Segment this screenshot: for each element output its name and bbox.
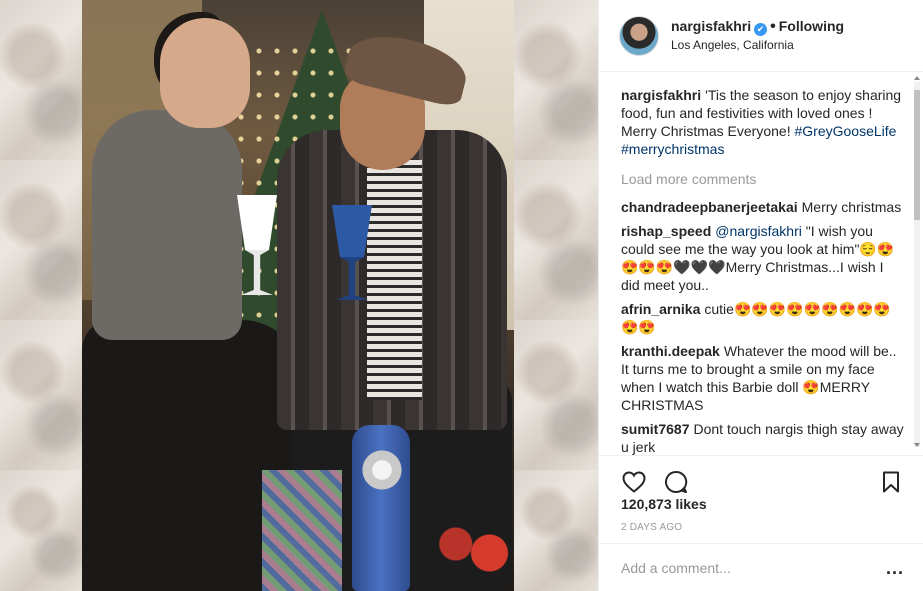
mention-link[interactable]: @nargisfakhri: [715, 223, 802, 239]
background-tile: [0, 0, 82, 160]
comment-username[interactable]: afrin_arnika: [621, 301, 700, 317]
following-button[interactable]: Following: [779, 18, 844, 34]
post-side-panel: nargisfakhri ✔ • Following Los Angeles, Cal…: [598, 0, 923, 591]
background-tile: [514, 470, 598, 591]
comment-username[interactable]: chandradeepbanerjeetakai: [621, 199, 798, 215]
comment-item: chandradeepbanerjeetakai Merry christmas: [621, 198, 904, 216]
caption: nargisfakhri 'Tis the season to enjoy sha…: [621, 86, 904, 158]
post-age[interactable]: 2 DAYS AGO: [621, 522, 682, 533]
comments-list[interactable]: nargisfakhri 'Tis the season to enjoy sha…: [599, 72, 923, 455]
gift-wrap: [262, 470, 342, 591]
hashtag-link[interactable]: #GreyGooseLife: [794, 123, 896, 139]
background-tile: [0, 160, 82, 320]
man-shirt-striped: [367, 160, 422, 400]
comment-input[interactable]: [621, 559, 886, 576]
background-tile: [514, 0, 598, 160]
comments-scrollbar[interactable]: [914, 82, 920, 447]
background-tile: [0, 470, 82, 591]
location-link[interactable]: Los Angeles, California: [671, 36, 844, 54]
likes-count[interactable]: 120,873 likes: [621, 496, 707, 512]
red-ornaments: [437, 520, 512, 580]
separator-dot: •: [770, 18, 776, 35]
heart-icon[interactable]: [621, 469, 647, 495]
avatar[interactable]: [619, 15, 659, 56]
username-link[interactable]: nargisfakhri: [671, 18, 751, 34]
post-photo[interactable]: [82, 0, 514, 591]
background-tile: [514, 160, 598, 320]
silver-bow: [357, 450, 407, 490]
comment-text: Merry christmas: [801, 199, 902, 215]
comment-item: kranthi.deepak Whatever the mood will be.…: [621, 342, 904, 414]
verified-icon: ✔: [754, 23, 768, 36]
header-meta: nargisfakhri ✔ • Following Los Angeles, Cal…: [671, 17, 844, 54]
caption-username[interactable]: nargisfakhri: [621, 87, 701, 103]
woman-body: [92, 110, 242, 340]
post-header: nargisfakhri ✔ • Following Los Angeles, Cal…: [599, 0, 923, 72]
scrollbar-thumb[interactable]: [914, 90, 920, 220]
bookmark-icon[interactable]: [878, 469, 904, 495]
woman-head: [160, 18, 250, 128]
background-tile: [0, 320, 82, 470]
load-more-comments-button[interactable]: Load more comments: [621, 170, 904, 188]
hashtag-link[interactable]: #merrychristmas: [621, 141, 724, 157]
comment-item: sumit7687 Dont touch nargis thigh stay aw…: [621, 420, 904, 455]
add-comment-section: ...: [599, 543, 923, 591]
scroll-down-arrow[interactable]: [914, 443, 920, 447]
comment-item: afrin_arnika cutie😍😍😍😍😍😍😍😍😍😍😍: [621, 300, 904, 336]
comment-username[interactable]: kranthi.deepak: [621, 343, 720, 359]
comment-username[interactable]: sumit7687: [621, 421, 689, 437]
background-tile: [514, 320, 598, 470]
action-bar: [599, 455, 923, 500]
comment-item: rishap_speed @nargisfakhri "I wish you co…: [621, 222, 904, 294]
post-media[interactable]: [0, 0, 598, 591]
more-options-icon[interactable]: ...: [886, 559, 904, 577]
comment-username[interactable]: rishap_speed: [621, 223, 711, 239]
scroll-up-arrow[interactable]: [914, 76, 920, 80]
comment-icon[interactable]: [663, 469, 689, 495]
